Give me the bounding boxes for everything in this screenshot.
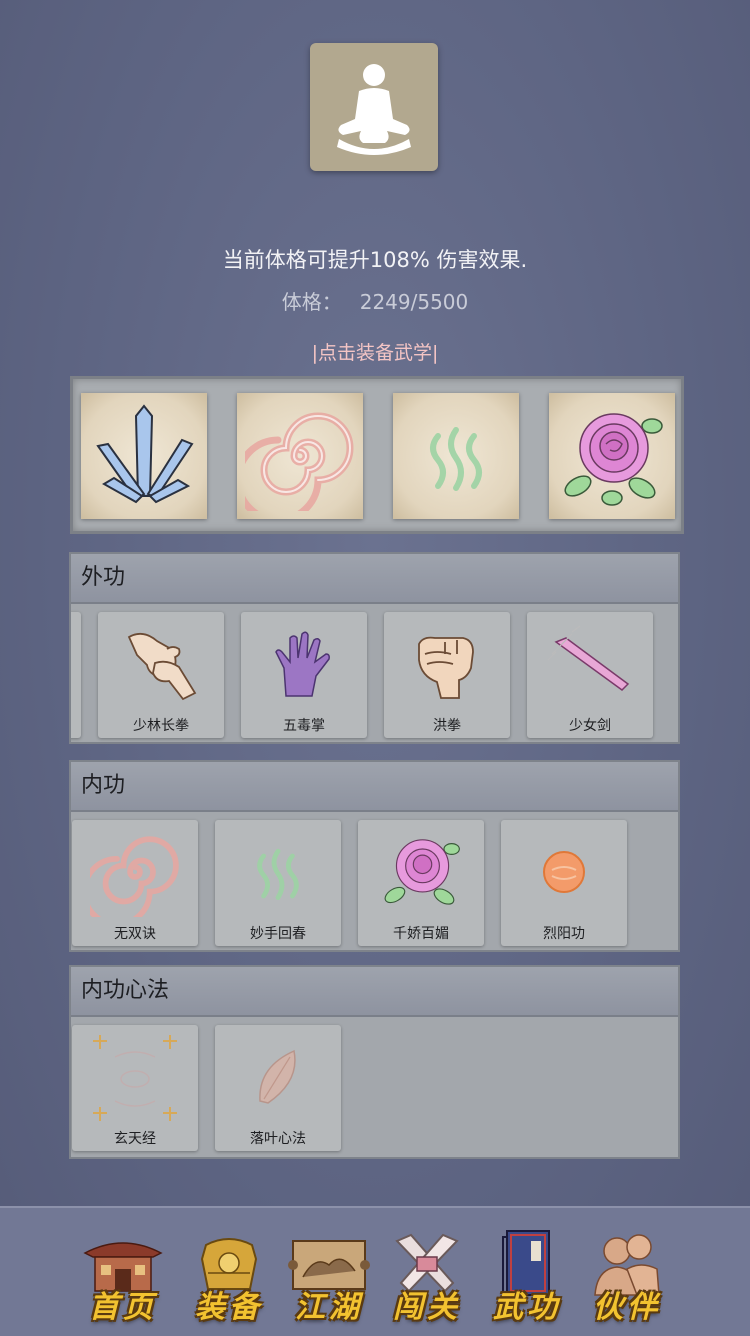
skill-name: 妙手回春 xyxy=(250,926,306,942)
swirl-icon xyxy=(245,412,354,511)
avatar xyxy=(310,43,438,171)
nav-label: 伙伴 xyxy=(593,1290,661,1325)
nav-chuangguan[interactable]: 闯关 xyxy=(378,1222,476,1326)
bonus-description: 当前体格可提升108% 伤害效果. xyxy=(222,248,528,272)
pink-sword-icon xyxy=(547,625,630,691)
section-neigong: 内功 无双诀 妙手回春 千娇百媚 烈阳功 xyxy=(69,760,680,952)
skill-name: 烈阳功 xyxy=(543,926,585,942)
nav-label: 闯关 xyxy=(393,1290,461,1325)
stat-line: 体格： 2249/5500 xyxy=(0,286,750,315)
meditation-figure-icon xyxy=(337,64,411,155)
equipped-slots-panel xyxy=(70,376,684,534)
skill-name: 少女剑 xyxy=(569,718,611,734)
skill-name: 落叶心法 xyxy=(250,1131,306,1147)
nav-home[interactable]: 首页 xyxy=(74,1222,172,1326)
equipped-slot-1[interactable] xyxy=(81,393,207,519)
fist-icon xyxy=(418,636,474,699)
nav-jianghu[interactable]: 江湖 xyxy=(280,1222,378,1326)
green-waves-icon xyxy=(257,848,299,900)
rose-icon xyxy=(384,839,460,905)
purple-palm-icon xyxy=(275,631,330,697)
nav-label: 武功 xyxy=(493,1290,561,1325)
skill-name: 少林长拳 xyxy=(133,718,189,734)
xinfa-list[interactable]: 玄天经 落叶心法 xyxy=(71,1017,678,1161)
nav-label: 首页 xyxy=(89,1290,157,1325)
section-title-waigong: 外功 xyxy=(71,554,678,604)
section-title-neigong: 内功 xyxy=(71,762,678,812)
nav-label: 装备 xyxy=(195,1290,263,1325)
nav-label: 江湖 xyxy=(295,1290,363,1325)
nav-equipment[interactable]: 装备 xyxy=(180,1222,278,1326)
bottom-nav: 首页 装备 江湖 闯关 武功 伙伴 xyxy=(0,1206,750,1336)
green-waves-icon xyxy=(430,427,482,491)
crystal-blades-icon xyxy=(96,404,194,504)
skill-card-shaonu-jian[interactable]: 少女剑 xyxy=(527,612,653,738)
stat-value: 2249/5500 xyxy=(359,290,469,314)
leaf-icon xyxy=(259,1049,296,1104)
neigong-list[interactable]: 无双诀 妙手回春 千娇百媚 烈阳功 xyxy=(71,812,678,954)
skill-card-miaoshou-huichun[interactable]: 妙手回春 xyxy=(215,820,341,946)
skill-name: 千娇百媚 xyxy=(393,926,449,942)
section-xinfa: 内功心法 玄天经 落叶心法 xyxy=(69,965,680,1159)
grabbing-hands-icon xyxy=(127,632,197,701)
skill-card-lieyang-gong[interactable]: 烈阳功 xyxy=(501,820,627,946)
skill-name: 玄天经 xyxy=(114,1131,156,1147)
nav-wugong[interactable]: 武功 xyxy=(478,1222,576,1326)
equipped-slot-2[interactable] xyxy=(237,393,363,519)
section-title-xinfa: 内功心法 xyxy=(71,967,678,1017)
skill-card-xuantian-jing[interactable]: 玄天经 xyxy=(72,1025,198,1151)
skill-name: 无双诀 xyxy=(114,926,156,942)
skill-card-hong-quan[interactable]: 洪拳 xyxy=(384,612,510,738)
sun-orb-icon xyxy=(543,851,585,893)
rose-icon xyxy=(564,413,663,506)
equipped-slot-4[interactable] xyxy=(549,393,675,519)
skill-card-luoye-xinfa[interactable]: 落叶心法 xyxy=(215,1025,341,1151)
skill-name: 五毒掌 xyxy=(283,718,325,734)
skill-card-wushuang-jue[interactable]: 无双诀 xyxy=(72,820,198,946)
swirl-icon xyxy=(90,836,179,917)
skill-card-qianjiao-baimei[interactable]: 千娇百媚 xyxy=(358,820,484,946)
skill-card-wudu-zhang[interactable]: 五毒掌 xyxy=(241,612,367,738)
skill-name: 洪拳 xyxy=(433,718,461,734)
equip-hint-button[interactable]: |点击装备武学| xyxy=(0,338,750,365)
stat-label: 体格： xyxy=(281,290,342,314)
nav-partners[interactable]: 伙伴 xyxy=(578,1222,676,1326)
skill-card-shaolin-changquan[interactable]: 少林长拳 xyxy=(98,612,224,738)
skill-card-partial[interactable] xyxy=(71,612,81,738)
equipped-slot-3[interactable] xyxy=(393,393,519,519)
faded-frame-icon xyxy=(93,1035,177,1121)
section-waigong: 外功 少林长拳 五毒掌 洪拳 少女剑 xyxy=(69,552,680,744)
waigong-list[interactable]: 少林长拳 五毒掌 洪拳 少女剑 xyxy=(71,604,678,746)
